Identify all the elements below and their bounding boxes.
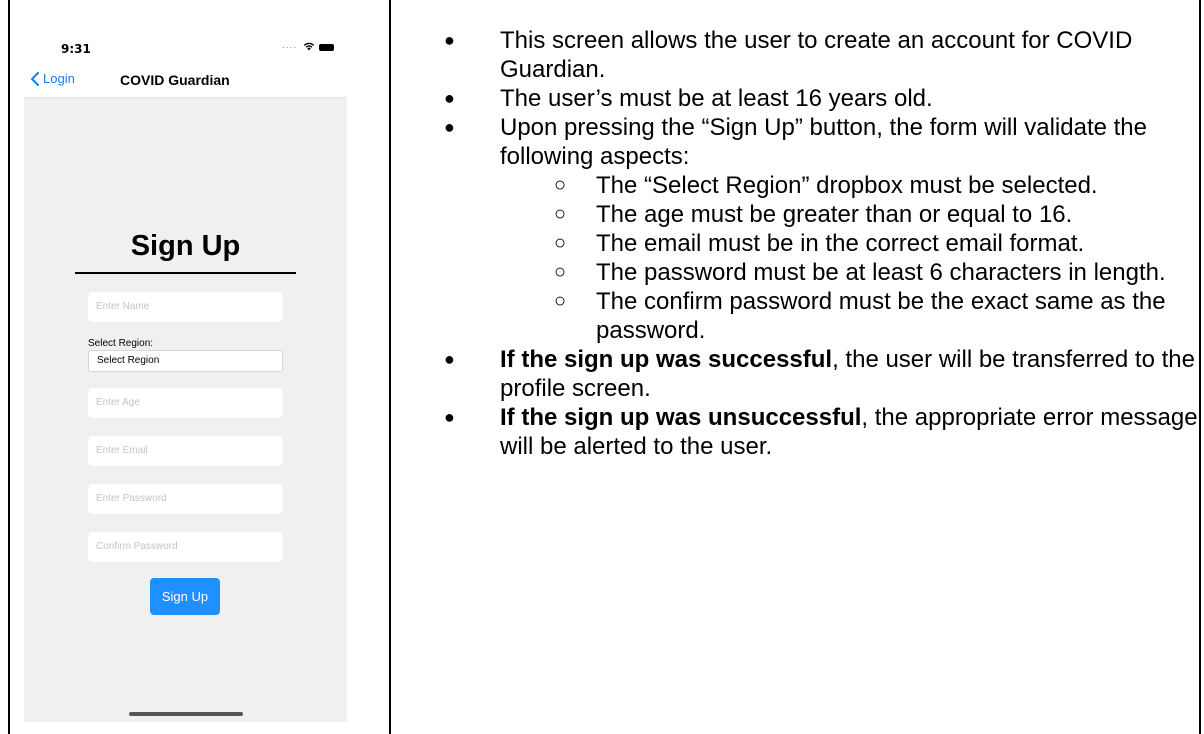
list-item: ● If the sign up was unsuccessful, the ap…: [418, 403, 1198, 461]
sub-list-item: ○ The confirm password must be the exact …: [418, 287, 1198, 345]
table-border-right: [1199, 0, 1201, 734]
region-label: Select Region:: [88, 338, 154, 349]
list-item-emphasis: If the sign up was unsuccessful: [500, 404, 862, 431]
bullet-icon: ●: [444, 88, 455, 108]
navigation-bar: Login COVID Guardian: [24, 66, 347, 98]
table-border-middle: [389, 0, 391, 734]
wifi-icon: [303, 42, 315, 51]
list-item-text: The user’s must be at least 16 years old…: [500, 85, 933, 112]
home-indicator: [129, 712, 243, 716]
hollow-bullet-icon: ○: [554, 232, 567, 254]
signal-icon: ....: [282, 40, 298, 51]
list-item: ● Upon pressing the “Sign Up” button, the…: [418, 113, 1198, 171]
hollow-bullet-icon: ○: [554, 290, 567, 312]
back-button[interactable]: Login: [30, 71, 75, 86]
sub-item-text: The password must be at least 6 characte…: [596, 259, 1166, 286]
region-select[interactable]: Select Region: [88, 350, 283, 372]
hollow-bullet-icon: ○: [554, 261, 567, 283]
list-item-emphasis: If the sign up was successful: [500, 346, 833, 373]
sub-list-item: ○ The password must be at least 6 charact…: [418, 258, 1198, 287]
sub-list-item: ○ The “Select Region” dropbox must be sel…: [418, 171, 1198, 200]
sub-item-text: The confirm password must be the exact s…: [596, 288, 1166, 344]
hollow-bullet-icon: ○: [554, 203, 567, 225]
battery-icon: [319, 44, 334, 51]
age-field[interactable]: Enter Age: [88, 388, 283, 418]
name-field[interactable]: Enter Name: [88, 292, 283, 322]
table-border-left: [8, 0, 10, 734]
list-item-text: Upon pressing the “Sign Up” button, the …: [500, 114, 1148, 170]
list-item: ● If the sign up was successful, the user…: [418, 345, 1198, 403]
nav-title: COVID Guardian: [120, 72, 230, 88]
sign-up-button[interactable]: Sign Up: [150, 578, 220, 615]
page-title: Sign Up: [130, 230, 241, 262]
bullet-icon: ●: [444, 407, 455, 427]
bullet-icon: ●: [444, 30, 455, 50]
sub-list-item: ○ The age must be greater than or equal t…: [418, 200, 1198, 229]
chevron-left-icon: [31, 71, 39, 86]
list-item: ● The user’s must be at least 16 years ol…: [418, 84, 1198, 113]
bullet-icon: ●: [444, 349, 455, 369]
list-item-text: This screen allows the user to create an…: [500, 27, 1133, 83]
back-button-label: Login: [43, 71, 75, 86]
confirm-password-field[interactable]: Confirm Password: [88, 532, 283, 562]
list-item: ● This screen allows the user to create a…: [418, 26, 1198, 84]
phone-screenshot: 9:31 .... Login COVID Guardian Sign Up E…: [24, 0, 347, 722]
email-field[interactable]: Enter Email: [88, 436, 283, 466]
sub-item-text: The email must be in the correct email f…: [596, 230, 1085, 257]
sub-item-text: The age must be greater than or equal to…: [596, 201, 1073, 228]
signup-form: Sign Up Enter Name Select Region: Select…: [24, 98, 347, 722]
hollow-bullet-icon: ○: [554, 174, 567, 196]
password-field[interactable]: Enter Password: [88, 484, 283, 514]
sub-list-item: ○ The email must be in the correct email …: [418, 229, 1198, 258]
bullet-icon: ●: [444, 117, 455, 137]
status-bar: 9:31 ....: [24, 0, 347, 66]
title-divider: [75, 272, 296, 274]
description-list: ● This screen allows the user to create a…: [418, 26, 1198, 461]
status-time: 9:31: [61, 42, 91, 56]
sub-item-text: The “Select Region” dropbox must be sele…: [596, 172, 1098, 199]
